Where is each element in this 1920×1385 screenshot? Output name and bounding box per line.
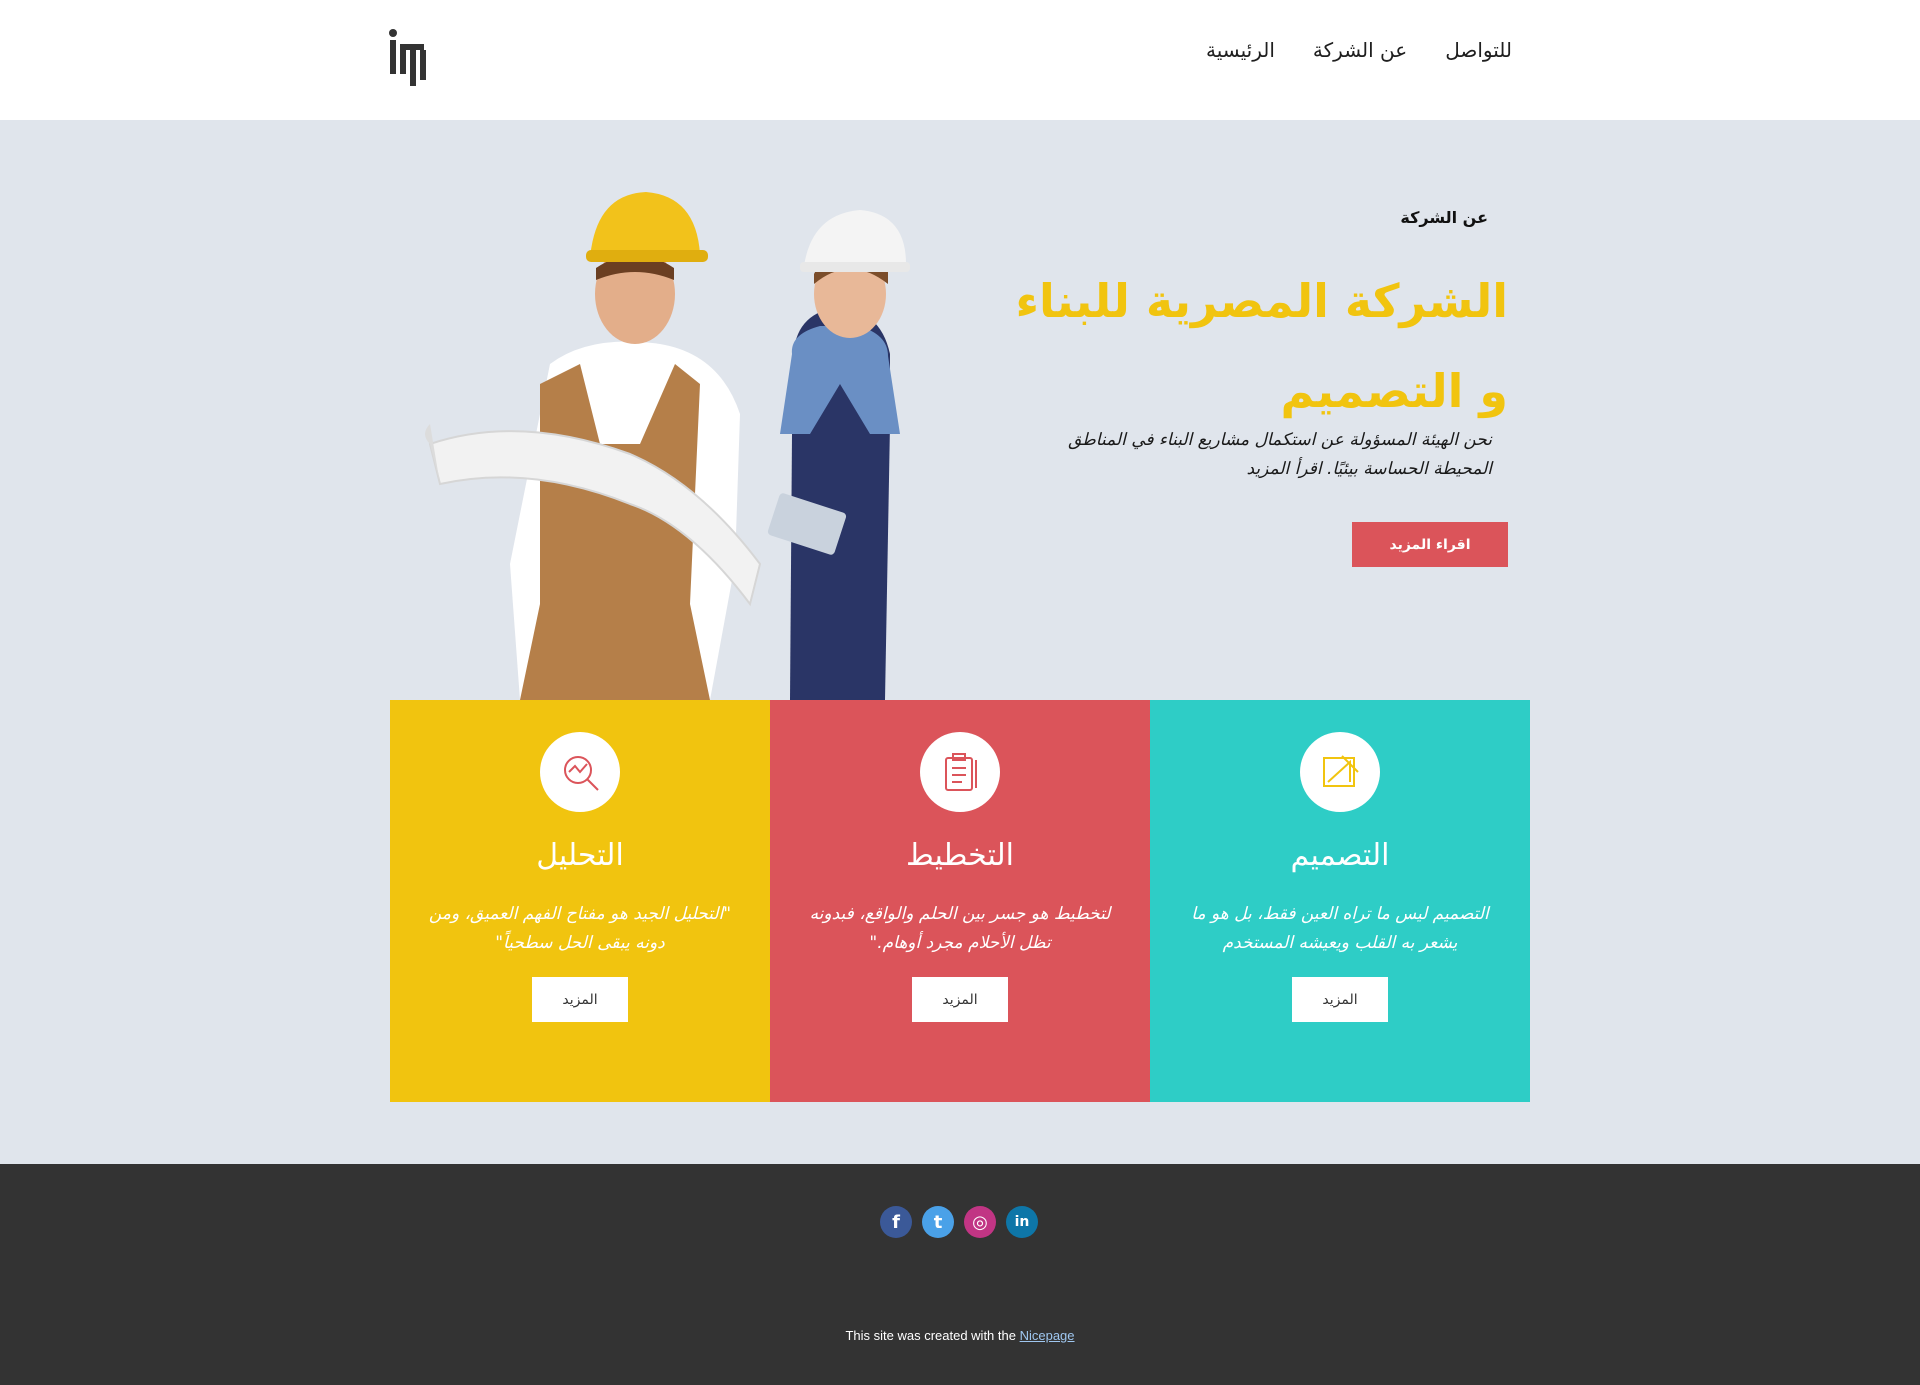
more-button-analysis[interactable]: المزيد — [532, 977, 628, 1022]
nicepage-link[interactable]: Nicepage — [1020, 1328, 1075, 1343]
hero-text: نحن الهيئة المسؤولة عن استكمال مشاريع ال… — [1068, 430, 1492, 479]
card-title: التحليل — [536, 838, 624, 873]
read-more-button[interactable]: اقراء المزيد — [1352, 522, 1508, 567]
linkedin-icon[interactable]: in — [1006, 1206, 1038, 1238]
analysis-icon — [540, 732, 620, 812]
hero-eyebrow: عن الشركة — [1400, 208, 1488, 227]
main-nav: الرئيسية عن الشركة للتواصل — [1206, 38, 1512, 62]
card-planning: التخطيط لتخطيط هو جسر بين الحلم والواقع،… — [770, 700, 1150, 1102]
credit-text: This site was created with the — [845, 1328, 1020, 1343]
footer-credit: This site was created with the Nicepage — [0, 1328, 1920, 1343]
footer: f t ◎ in This site was created with the … — [0, 1164, 1920, 1385]
header: الرئيسية عن الشركة للتواصل — [0, 0, 1920, 120]
social-links: f t ◎ in — [880, 1206, 1038, 1238]
card-text: لتخطيط هو جسر بين الحلم والواقع، فبدونه … — [809, 904, 1111, 953]
nav-home[interactable]: الرئيسية — [1206, 38, 1275, 62]
card-title: التخطيط — [905, 838, 1015, 873]
instagram-icon[interactable]: ◎ — [964, 1206, 996, 1238]
clipboard-icon — [920, 732, 1000, 812]
card-text: التصميم ليس ما تراه العين فقط، بل هو ما … — [1191, 904, 1489, 953]
nav-about[interactable]: عن الشركة — [1313, 38, 1407, 62]
nav-contact[interactable]: للتواصل — [1445, 38, 1512, 62]
card-text: "التحليل الجيد هو مفتاح الفهم العميق، وم… — [428, 904, 732, 953]
twitter-icon[interactable]: t — [922, 1206, 954, 1238]
services-cards: التحليل "التحليل الجيد هو مفتاح الفهم ال… — [390, 700, 1530, 1102]
logo-icon[interactable] — [388, 28, 430, 88]
card-design: التصميم التصميم ليس ما تراه العين فقط، ب… — [1150, 700, 1530, 1102]
more-button-design[interactable]: المزيد — [1292, 977, 1388, 1022]
hero-image — [425, 192, 910, 700]
woman-worker-illustration — [767, 210, 910, 700]
facebook-icon[interactable]: f — [880, 1206, 912, 1238]
design-icon — [1300, 732, 1380, 812]
card-analysis: التحليل "التحليل الجيد هو مفتاح الفهم ال… — [390, 700, 770, 1102]
card-title: التصميم — [1290, 838, 1390, 873]
more-button-planning[interactable]: المزيد — [912, 977, 1008, 1022]
hero-title: الشركة المصرية للبناء و التصميم — [1015, 274, 1508, 418]
